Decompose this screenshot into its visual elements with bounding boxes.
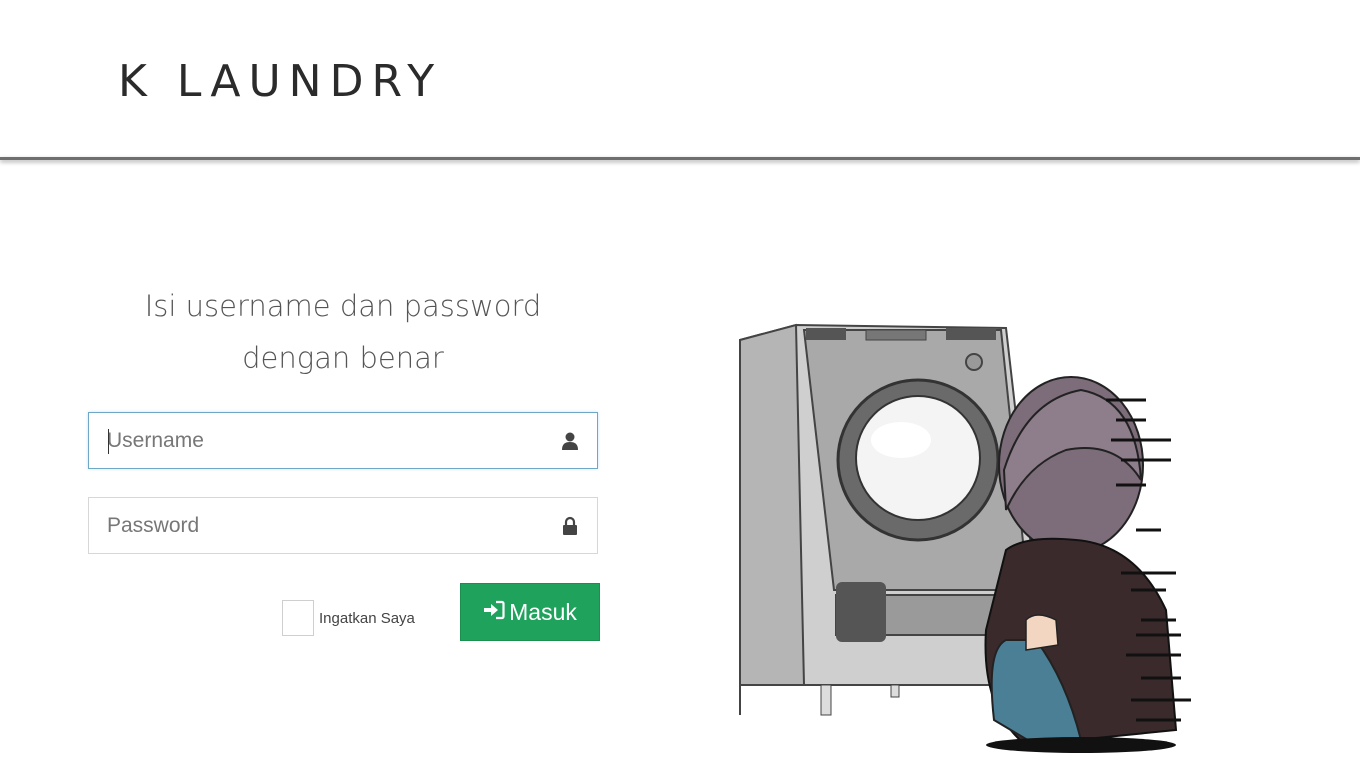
login-panel: Isi username dan password dengan benar I… bbox=[88, 280, 600, 641]
password-input[interactable] bbox=[89, 498, 597, 553]
login-heading-line-1: Isi username dan password bbox=[144, 289, 542, 323]
brand-logo[interactable]: K LAUNDRY bbox=[118, 54, 442, 110]
sign-in-icon bbox=[483, 599, 509, 626]
login-button-label: Masuk bbox=[509, 598, 577, 625]
password-field[interactable] bbox=[88, 497, 598, 554]
login-heading: Isi username dan password dengan benar bbox=[118, 280, 568, 384]
login-button[interactable]: Masuk bbox=[460, 583, 600, 641]
username-field[interactable] bbox=[88, 412, 598, 469]
laundry-illustration bbox=[736, 290, 1196, 760]
user-icon bbox=[561, 431, 579, 451]
username-input[interactable] bbox=[89, 413, 597, 468]
text-cursor bbox=[108, 429, 109, 454]
lock-icon bbox=[561, 516, 579, 536]
header-divider bbox=[0, 157, 1360, 160]
remember-me-checkbox[interactable] bbox=[282, 600, 314, 636]
login-heading-line-2: dengan benar bbox=[242, 341, 444, 375]
header: K LAUNDRY bbox=[0, 0, 1360, 158]
remember-me-label[interactable]: Ingatkan Saya bbox=[319, 610, 415, 627]
